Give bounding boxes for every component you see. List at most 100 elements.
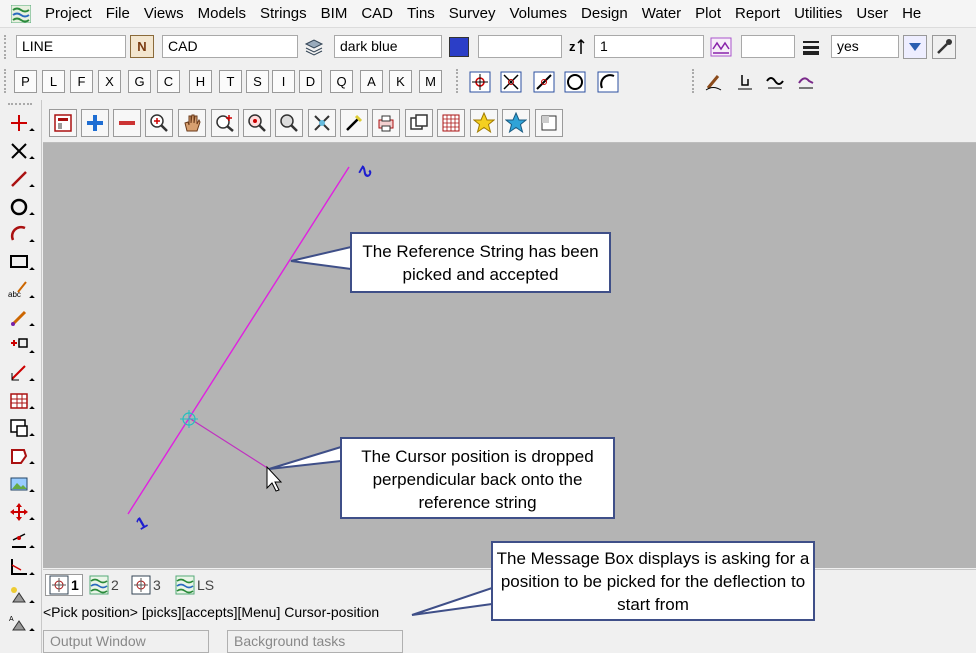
chevron-down-icon[interactable] [903,35,927,59]
snap-g-button[interactable]: G [128,70,151,93]
snap-circle-icon[interactable] [563,70,587,94]
snap-c-button[interactable]: C [157,70,180,93]
snap-point-icon[interactable] [468,70,492,94]
yes-field[interactable]: yes [831,35,899,58]
background-tasks-tab[interactable]: Background tasks [227,630,403,653]
z-value-icon[interactable]: z [565,35,589,59]
snap-line-icon[interactable] [532,70,556,94]
menu-strings[interactable]: Strings [253,1,314,27]
menu-models[interactable]: Models [191,1,253,27]
string-name-field[interactable]: LINE [16,35,126,58]
snap-x-button[interactable]: X [98,70,121,93]
app-logo-icon[interactable] [10,3,32,25]
snap-arc-icon[interactable] [596,70,620,94]
plot-icon[interactable] [372,109,400,137]
menu-volumes[interactable]: Volumes [502,1,574,27]
zoom-center-icon[interactable] [211,109,239,137]
zoom-out-icon[interactable] [113,109,141,137]
move-icon[interactable] [6,500,35,524]
view-tab-2[interactable]: 2 [89,574,119,596]
weight-field[interactable] [741,35,795,58]
snap-t-button[interactable]: T [219,70,242,93]
view-icon[interactable] [6,416,35,440]
snap-h-button[interactable]: H [189,70,212,93]
wave-tool-icon[interactable] [763,70,787,94]
view-tab-3[interactable]: 3 [131,574,161,596]
menu-file[interactable]: File [99,1,137,27]
edit-icon[interactable] [6,528,35,552]
node-icon[interactable] [6,583,35,607]
snap-f-button[interactable]: F [70,70,93,93]
menu-water[interactable]: Water [635,1,688,27]
restore-icon[interactable] [535,109,563,137]
copy-icon[interactable] [405,109,433,137]
snap-d-button[interactable]: D [299,70,322,93]
pan-icon[interactable] [178,109,206,137]
menu-user[interactable]: User [849,1,895,27]
snap-m-button[interactable]: M [419,70,442,93]
draw-tool-icon[interactable] [702,70,726,94]
colour-field[interactable]: dark blue [334,35,442,58]
view-tab-1[interactable]: 1 [45,574,83,596]
erase-icon[interactable] [340,109,368,137]
menu-project[interactable]: Project [38,1,99,27]
menu-design[interactable]: Design [574,1,635,27]
snap-a-button[interactable]: A [360,70,383,93]
arc-icon[interactable] [6,222,35,246]
snap-intersect-icon[interactable] [499,70,523,94]
menu-views[interactable]: Views [137,1,191,27]
z-value-field[interactable]: 1 [594,35,704,58]
tin-style-icon[interactable] [709,35,733,59]
eyedropper-icon[interactable] [932,35,956,59]
snap-q-button[interactable]: Q [330,70,353,93]
axis-icon[interactable] [6,555,35,579]
profile-tool-icon[interactable] [794,70,818,94]
pick-icon[interactable] [308,109,336,137]
menu-report[interactable]: Report [728,1,787,27]
menu-bim[interactable]: BIM [314,1,355,27]
line-icon[interactable] [6,167,35,191]
text-icon[interactable]: abc [6,278,35,302]
circle-icon[interactable] [6,195,35,219]
menu-cad[interactable]: CAD [354,1,400,27]
dimension-icon[interactable] [6,361,35,385]
linestyle-field[interactable] [478,35,562,58]
snap-k-button[interactable]: K [389,70,412,93]
view-tab-ls[interactable]: LS [175,574,214,596]
bookmark-icon[interactable] [502,109,530,137]
snap-l-button[interactable]: L [42,70,65,93]
menu-utilities[interactable]: Utilities [787,1,849,27]
menu-help[interactable]: He [895,1,928,27]
polygon-icon[interactable] [6,444,35,468]
pen-icon[interactable] [6,306,35,330]
menu-tins[interactable]: Tins [400,1,442,27]
zoom-extent-icon[interactable] [243,109,271,137]
snap-s-button[interactable]: S [246,70,269,93]
drawing-canvas[interactable]: 1 2 The Reference String has been picked… [43,143,976,568]
name-button[interactable]: N [130,35,154,58]
image-icon[interactable] [6,472,35,496]
rectangle-icon[interactable] [6,250,35,274]
symbol-icon[interactable] [6,333,35,357]
grid-icon[interactable] [437,109,465,137]
output-window-tab[interactable]: Output Window [43,630,209,653]
snap-p-button[interactable]: P [14,70,37,93]
zoom-in-icon[interactable] [81,109,109,137]
snap-i-button[interactable]: I [272,70,295,93]
model-field[interactable]: CAD [162,35,298,58]
cross-icon[interactable] [6,139,35,163]
menu-survey[interactable]: Survey [442,1,503,27]
alpha-icon[interactable]: A [6,611,35,635]
colour-swatch-button[interactable] [447,35,471,59]
hand-tool-icon[interactable] [733,70,757,94]
model-layers-icon[interactable] [302,35,326,59]
window-icon[interactable] [49,109,77,137]
favourite-icon[interactable] [470,109,498,137]
zoom-window-icon[interactable] [145,109,173,137]
plan-view-icon [131,575,151,595]
point-icon[interactable] [6,111,35,135]
line-weight-icon[interactable] [799,35,823,59]
table-icon[interactable] [6,389,35,413]
zoom-previous-icon[interactable] [275,109,303,137]
menu-plot[interactable]: Plot [688,1,728,27]
